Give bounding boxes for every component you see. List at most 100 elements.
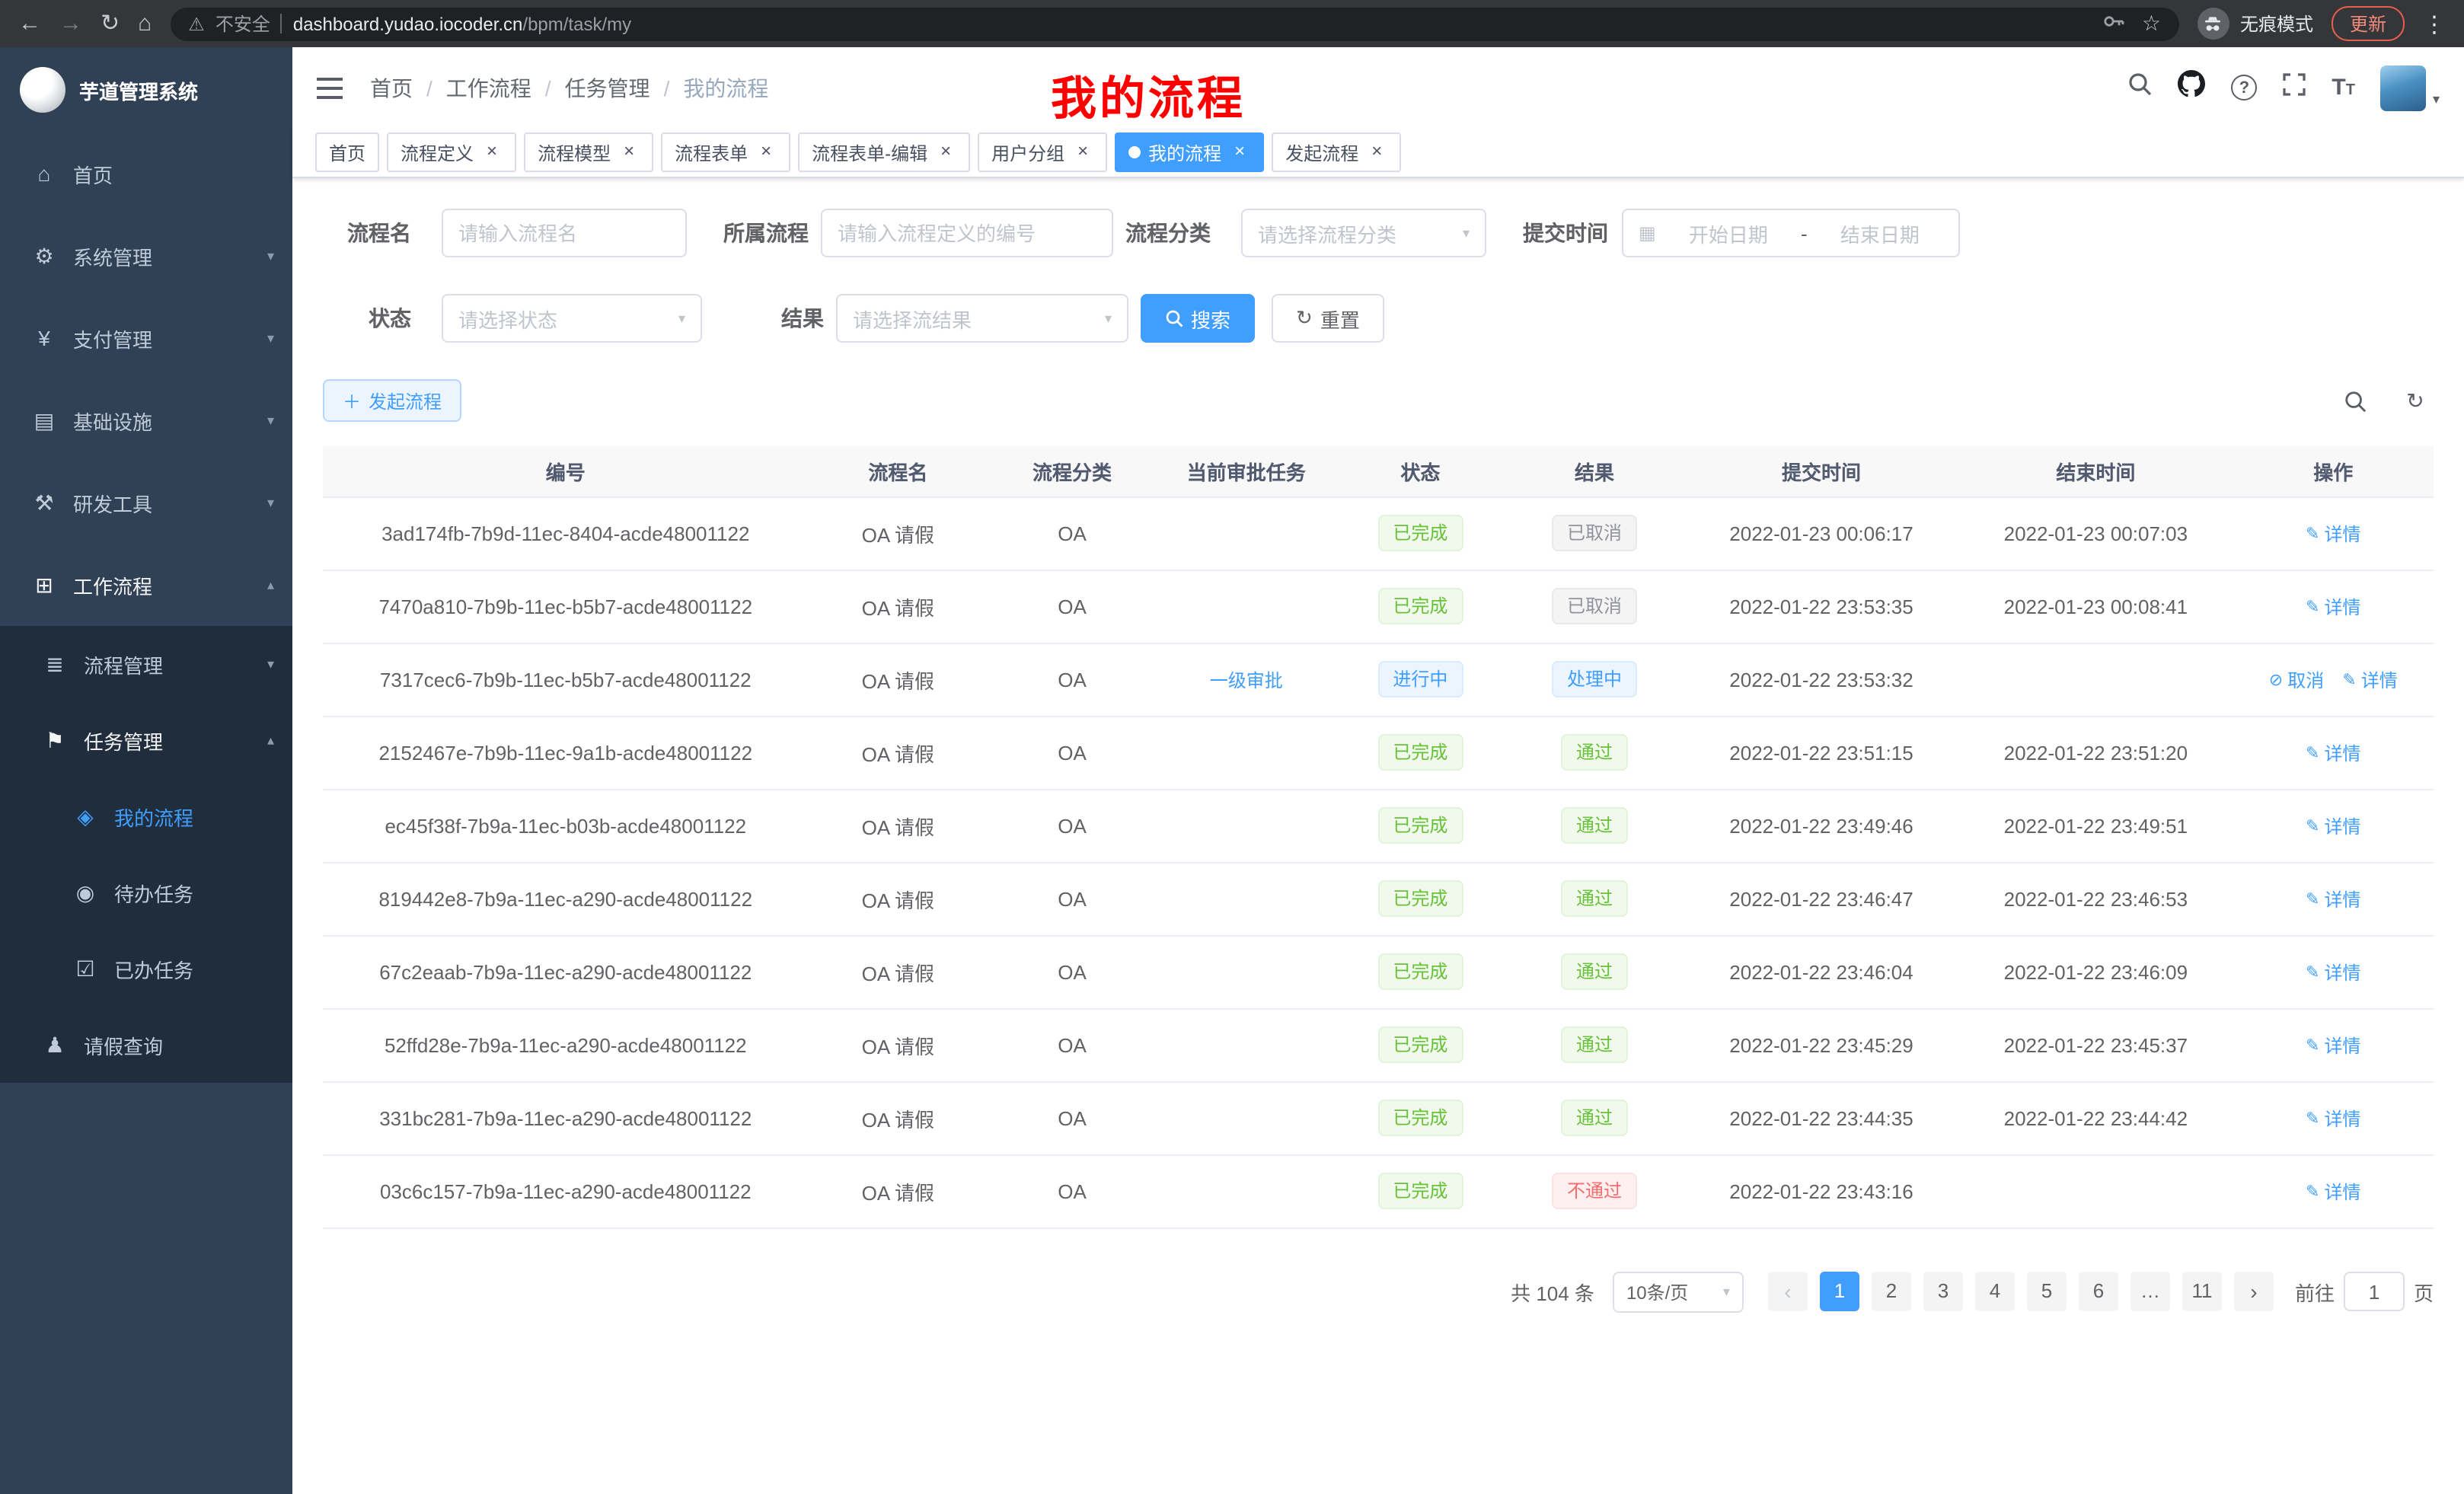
sidebar-item-workflow[interactable]: ⊞工作流程▴ <box>0 544 292 626</box>
sidebar-item-dev-tools[interactable]: ⚒研发工具▾ <box>0 461 292 544</box>
browser-home-icon[interactable]: ⌂ <box>138 12 152 35</box>
breadcrumb-item[interactable]: 工作流程 <box>446 72 531 103</box>
page-button-3[interactable]: 3 <box>1923 1272 1963 1311</box>
sidebar-item-payment[interactable]: ¥支付管理▾ <box>0 297 292 379</box>
sidebar-item-process-mgmt[interactable]: ≣流程管理▾ <box>0 626 292 702</box>
github-icon[interactable] <box>2178 70 2205 105</box>
row-action-cancel[interactable]: ⊘取消 <box>2269 666 2324 692</box>
tab-process-form[interactable]: 流程表单× <box>661 132 790 172</box>
submit-time-label: 提交时间 <box>1523 218 1608 248</box>
avatar[interactable] <box>2381 65 2427 110</box>
close-tab-icon[interactable]: × <box>1366 142 1387 163</box>
menu-item-label: 工作流程 <box>73 570 152 599</box>
page-button-4[interactable]: 4 <box>1975 1272 2015 1311</box>
tab-my-process[interactable]: 我的流程× <box>1115 132 1264 172</box>
browser-chrome: ← → ↻ ⌂ ⚠ 不安全 dashboard.yudao.iocoder.cn… <box>0 0 2464 47</box>
row-action-detail[interactable]: ✎详情 <box>2306 1178 2360 1204</box>
row-action-detail[interactable]: ✎详情 <box>2306 1105 2360 1131</box>
page-button-5[interactable]: 5 <box>2027 1272 2067 1311</box>
sidebar-item-done-tasks[interactable]: ☑已办任务 <box>0 931 292 1007</box>
close-tab-icon[interactable]: × <box>481 142 503 163</box>
refresh-table-icon[interactable]: ↻ <box>2397 382 2434 419</box>
process-name-cell: OA 请假 <box>809 1008 988 1081</box>
process-name-input[interactable] <box>442 209 687 257</box>
search-button[interactable]: 搜索 <box>1141 294 1255 343</box>
row-action-detail[interactable]: ✎详情 <box>2306 520 2360 546</box>
category-select[interactable]: 请选择流程分类▾ <box>1241 209 1486 257</box>
sidebar-item-leave-query[interactable]: ♟请假查询 <box>0 1007 292 1083</box>
sidebar-item-system[interactable]: ⚙系统管理▾ <box>0 215 292 297</box>
status-select[interactable]: 请选择状态▾ <box>442 294 702 343</box>
close-tab-icon[interactable]: × <box>618 142 640 163</box>
address-bar[interactable]: ⚠ 不安全 dashboard.yudao.iocoder.cn/bpm/tas… <box>170 7 2179 40</box>
row-action-detail[interactable]: ✎详情 <box>2306 739 2360 765</box>
page-button-11[interactable]: 11 <box>2182 1272 2222 1311</box>
close-tab-icon[interactable]: × <box>755 142 777 163</box>
sidebar-item-task-mgmt[interactable]: ⚑任务管理▴ <box>0 702 292 778</box>
fullscreen-icon[interactable] <box>2283 72 2306 103</box>
font-size-icon[interactable]: TT <box>2332 74 2355 101</box>
update-button[interactable]: 更新 <box>2332 6 2405 41</box>
page-button-6[interactable]: 6 <box>2079 1272 2118 1311</box>
row-action-detail[interactable]: ✎详情 <box>2306 593 2360 619</box>
user-menu[interactable]: ▾ <box>2381 65 2440 110</box>
incognito-label: 无痕模式 <box>2240 11 2313 37</box>
hamburger-icon[interactable] <box>317 75 347 100</box>
action-label: 详情 <box>2324 1032 2360 1058</box>
row-action-detail[interactable]: ✎详情 <box>2306 1032 2360 1058</box>
current-task-link[interactable]: 一级审批 <box>1210 669 1283 691</box>
page-size-select[interactable]: 10条/页▾ <box>1613 1271 1744 1312</box>
sidebar-item-my-process[interactable]: ◈我的流程 <box>0 778 292 854</box>
tab-process-definition[interactable]: 流程定义 × <box>387 132 516 172</box>
current-task-cell <box>1157 789 1336 862</box>
tab-process-model[interactable]: 流程模型× <box>524 132 653 172</box>
close-tab-icon[interactable]: × <box>1072 142 1093 163</box>
status-tag: 进行中 <box>1377 661 1463 698</box>
process-name-cell: OA 请假 <box>809 716 988 789</box>
browser-back-icon[interactable]: ← <box>18 12 41 35</box>
row-action-detail[interactable]: ✎详情 <box>2306 812 2360 838</box>
password-key-icon[interactable] <box>2102 9 2127 38</box>
tab-home[interactable]: 首页 <box>315 132 379 172</box>
tab-start-process[interactable]: 发起流程× <box>1272 132 1401 172</box>
toggle-search-icon[interactable] <box>2336 382 2373 419</box>
browser-forward-icon[interactable]: → <box>59 12 82 35</box>
submit-time-range-picker[interactable]: ▦ 开始日期 - 结束日期 <box>1622 209 1960 257</box>
goto-page-input[interactable] <box>2344 1272 2405 1311</box>
breadcrumb-item[interactable]: 首页 <box>370 72 413 103</box>
close-tab-icon[interactable]: × <box>1229 142 1250 163</box>
next-page-button[interactable]: › <box>2234 1272 2274 1311</box>
result-tag: 通过 <box>1561 880 1628 917</box>
sidebar-item-infrastructure[interactable]: ▤基础设施▾ <box>0 379 292 461</box>
reset-button[interactable]: ↻重置 <box>1272 294 1384 343</box>
help-icon[interactable]: ? <box>2231 75 2257 101</box>
status-cell: 进行中 <box>1336 643 1505 716</box>
pagination-more[interactable]: … <box>2130 1272 2170 1311</box>
bookmark-star-icon[interactable]: ☆ <box>2142 11 2161 37</box>
menu-item-label: 我的流程 <box>114 802 193 831</box>
process-category-cell: OA <box>988 716 1157 789</box>
tab-user-group[interactable]: 用户分组× <box>978 132 1107 172</box>
tab-process-form-edit[interactable]: 流程表单-编辑× <box>798 132 970 172</box>
detail-icon: ✎ <box>2306 962 2319 982</box>
result-select[interactable]: 请选择流结果▾ <box>836 294 1128 343</box>
page-button-1[interactable]: 1 <box>1820 1272 1859 1311</box>
breadcrumb-item[interactable]: 任务管理 <box>565 72 650 103</box>
browser-reload-icon[interactable]: ↻ <box>101 12 120 35</box>
close-tab-icon[interactable]: × <box>935 142 956 163</box>
result-cell: 通过 <box>1505 716 1684 789</box>
filter-row-1: 流程名 所属流程 流程分类 请选择流程分类▾ 提交时间 ▦ 开始日期 - 结束日… <box>323 209 2434 257</box>
row-action-detail[interactable]: ✎详情 <box>2342 666 2397 692</box>
browser-menu-icon[interactable]: ⋮ <box>2423 10 2446 37</box>
create-process-button[interactable]: ＋发起流程 <box>323 379 461 422</box>
parent-process-input[interactable] <box>821 209 1113 257</box>
row-action-detail[interactable]: ✎详情 <box>2306 959 2360 985</box>
sidebar-item-todo-tasks[interactable]: ◉待办任务 <box>0 854 292 931</box>
status-cell: 已完成 <box>1336 935 1505 1008</box>
page-button-2[interactable]: 2 <box>1872 1272 1911 1311</box>
search-icon[interactable] <box>2127 72 2152 104</box>
row-action-detail[interactable]: ✎详情 <box>2306 886 2360 911</box>
sidebar-item-home[interactable]: ⌂首页 <box>0 132 292 215</box>
tab-label: 流程定义 <box>401 139 474 165</box>
prev-page-button[interactable]: ‹ <box>1768 1272 1808 1311</box>
